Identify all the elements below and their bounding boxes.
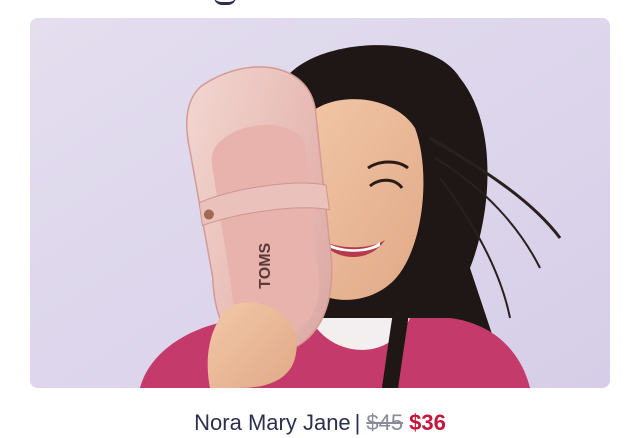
shoe-brand-text: TOMS [257, 242, 274, 288]
sale-price: $36 [409, 410, 446, 435]
caption-separator: | [354, 410, 361, 435]
product-name[interactable]: Nora Mary Jane [194, 410, 351, 435]
original-price: $45 [366, 410, 404, 435]
section-heading-fragment [214, 0, 236, 5]
product-caption: Nora Mary Jane | $45 $36 [0, 408, 640, 438]
product-image[interactable]: TOMS [30, 18, 610, 388]
product-photo-illustration: TOMS [30, 18, 610, 388]
